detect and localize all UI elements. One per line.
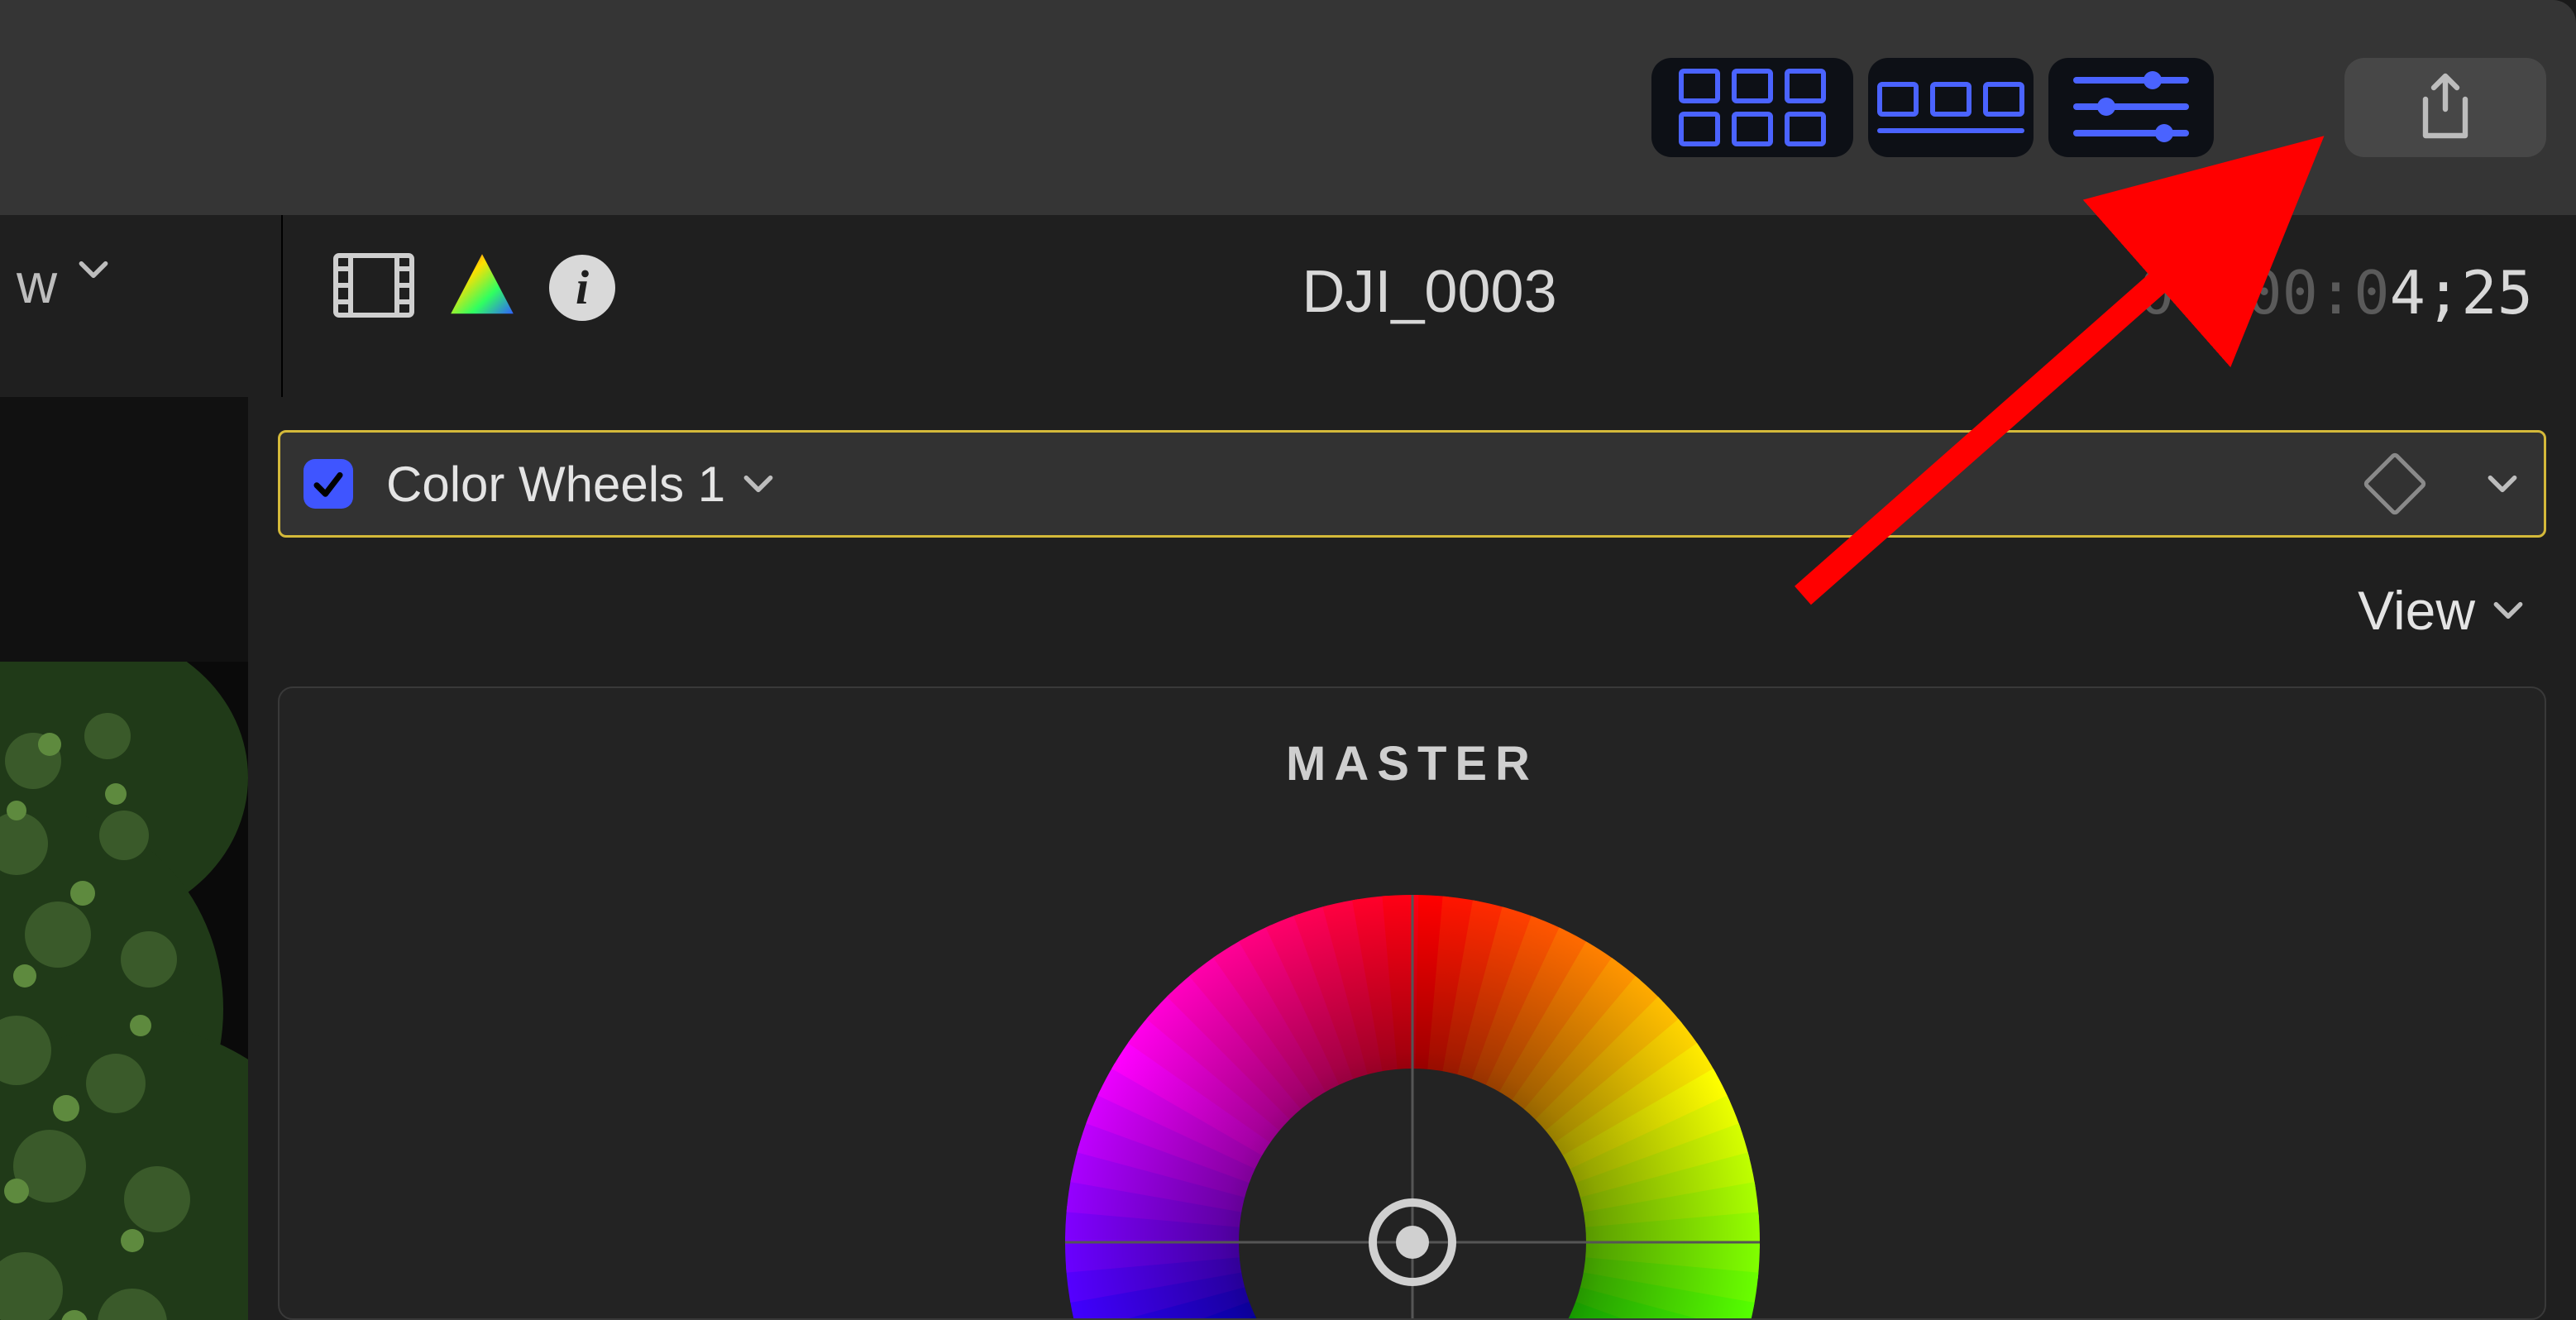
view-filmstrip-button[interactable] bbox=[1868, 58, 2034, 157]
timecode-bright: 4;25 bbox=[2390, 258, 2533, 328]
view-mode-segment bbox=[1651, 58, 2214, 157]
cropped-dropdown-label: w bbox=[17, 251, 57, 316]
top-toolbar bbox=[0, 0, 2576, 215]
timecode: 00:00:04;25 bbox=[2139, 258, 2533, 328]
view-sliders-button[interactable] bbox=[2048, 58, 2214, 157]
preview-sliver bbox=[0, 397, 248, 1320]
effect-row[interactable]: Color Wheels 1 bbox=[278, 430, 2546, 538]
chevron-down-icon[interactable] bbox=[2484, 466, 2521, 502]
view-grid-button[interactable] bbox=[1651, 58, 1853, 157]
chevron-down-icon bbox=[2490, 592, 2526, 629]
grid-icon bbox=[1679, 69, 1826, 146]
effect-enable-checkbox[interactable] bbox=[303, 459, 353, 509]
share-icon bbox=[2412, 73, 2478, 142]
color-tab-icon[interactable] bbox=[445, 248, 519, 327]
sliders-icon bbox=[2073, 70, 2189, 145]
wheel-title: MASTER bbox=[1286, 736, 1538, 792]
inspector-strip: w bbox=[0, 215, 2576, 397]
master-color-wheel[interactable] bbox=[999, 829, 1826, 1320]
preview-foliage bbox=[0, 662, 248, 1320]
video-tab-icon[interactable] bbox=[332, 252, 415, 323]
effect-name-dropdown[interactable]: Color Wheels 1 bbox=[386, 456, 777, 513]
timecode-dim: 00:00:0 bbox=[2139, 258, 2389, 328]
effect-name-label: Color Wheels 1 bbox=[386, 456, 725, 513]
filmstrip-icon bbox=[1877, 82, 2024, 133]
inspector-header: i DJI_0003 00:00:04;25 bbox=[283, 215, 2576, 397]
chevron-down-icon bbox=[740, 466, 777, 502]
clip-name: DJI_0003 bbox=[1302, 258, 1556, 326]
chevron-down-icon bbox=[75, 251, 112, 288]
inspector-body: Color Wheels 1 View MASTER bbox=[248, 397, 2576, 1320]
keyframe-icon[interactable] bbox=[2362, 451, 2427, 516]
view-menu[interactable]: View bbox=[2358, 579, 2526, 642]
view-menu-label: View bbox=[2358, 579, 2475, 642]
color-wheel-well: MASTER bbox=[278, 686, 2546, 1320]
share-button[interactable] bbox=[2344, 58, 2546, 157]
info-tab-icon[interactable]: i bbox=[549, 255, 615, 321]
